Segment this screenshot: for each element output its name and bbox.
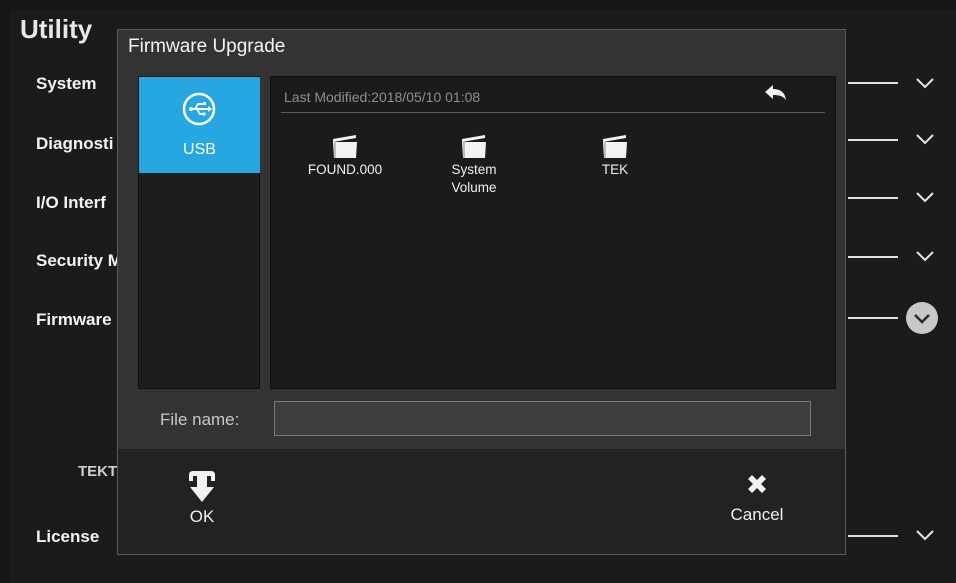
dialog-footer: OK Cancel — [118, 449, 845, 554]
cancel-label: Cancel — [730, 505, 784, 524]
ok-button[interactable]: OK — [166, 469, 238, 541]
close-icon — [748, 475, 766, 493]
file-browser: Last Modified:2018/05/10 01:08 FOUND.000… — [270, 76, 836, 389]
divider — [848, 82, 898, 84]
file-name-label: File name: — [160, 410, 240, 429]
menu-item-license[interactable]: License — [36, 527, 99, 547]
ok-label: OK — [189, 507, 215, 526]
folder-item[interactable]: FOUND.000 — [285, 133, 405, 179]
menu-item-diagnostics[interactable]: Diagnosti — [36, 134, 113, 154]
divider — [848, 256, 898, 258]
folder-icon — [603, 135, 627, 158]
folder-icon — [333, 135, 357, 158]
chevron-down-icon[interactable] — [912, 243, 938, 269]
menu-item-security[interactable]: Security M — [36, 251, 122, 271]
divider — [848, 197, 898, 199]
chevron-down-icon[interactable] — [912, 522, 938, 548]
firmware-upgrade-dialog: Firmware Upgrade USB Last Modified:2018/… — [117, 29, 846, 555]
chevron-down-icon[interactable] — [912, 70, 938, 96]
last-modified-text: Last Modified:2018/05/10 01:08 — [284, 89, 481, 105]
menu-item-firmware[interactable]: Firmware — [36, 310, 112, 330]
divider — [281, 112, 825, 113]
divider — [848, 535, 898, 537]
chevron-down-icon[interactable] — [912, 184, 938, 210]
divider — [848, 139, 898, 141]
folder-name: FOUND.000 — [307, 162, 383, 177]
dialog-title: Firmware Upgrade — [128, 36, 286, 57]
divider — [848, 317, 898, 319]
folder-item[interactable]: TEK — [555, 133, 675, 179]
cancel-button[interactable]: Cancel — [712, 471, 802, 543]
source-sidebar: USB — [138, 76, 260, 389]
folder-name: TEK — [601, 162, 629, 177]
usb-label: USB — [183, 141, 216, 158]
folder-name: System Volume — [451, 162, 497, 195]
brand-label: TEKT — [78, 463, 118, 480]
page-title: Utility — [20, 14, 93, 44]
back-arrow-icon[interactable] — [761, 81, 791, 109]
usb-icon — [182, 92, 216, 126]
menu-item-system[interactable]: System — [36, 74, 96, 94]
folder-item[interactable]: System Volume — [414, 133, 534, 197]
chevron-up-circle-icon[interactable] — [906, 302, 938, 334]
menu-item-io-interface[interactable]: I/O Interf — [36, 193, 106, 213]
install-icon — [189, 471, 215, 502]
chevron-down-icon[interactable] — [912, 126, 938, 152]
folder-icon — [462, 135, 486, 158]
usb-source-button[interactable]: USB — [139, 77, 260, 173]
file-name-input[interactable] — [274, 401, 811, 436]
